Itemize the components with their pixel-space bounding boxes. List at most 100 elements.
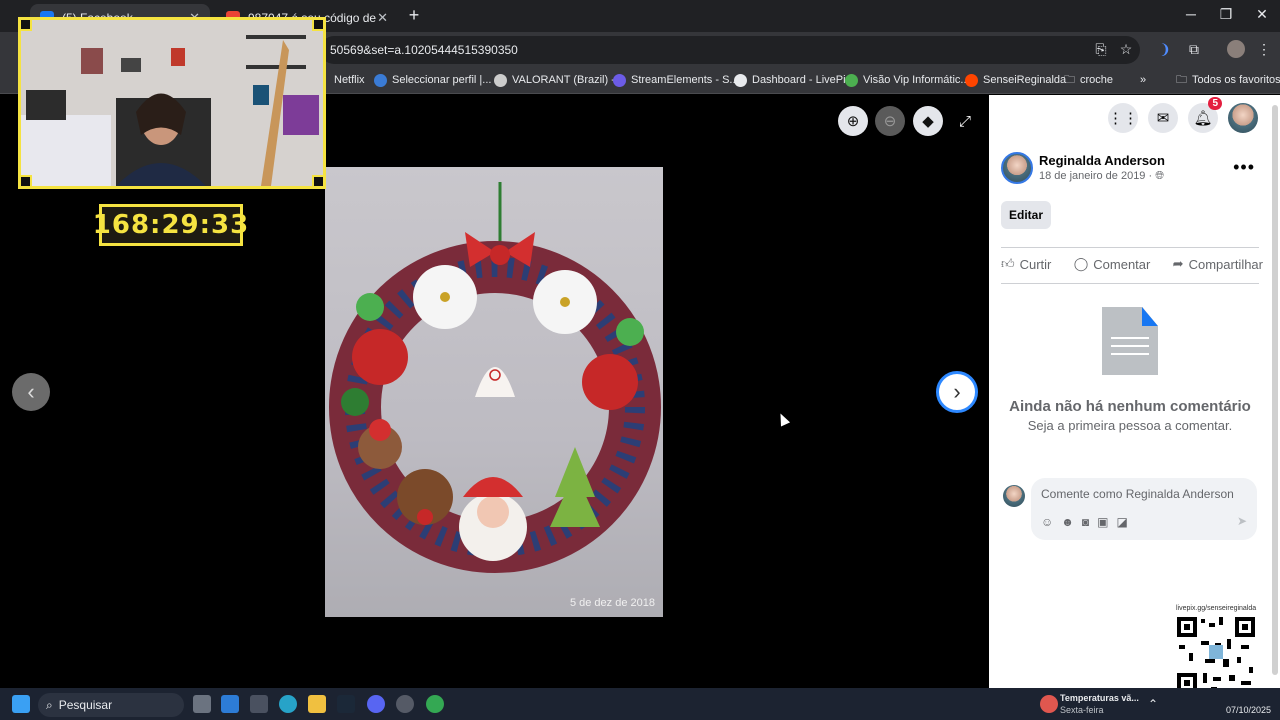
send-icon[interactable]: ➤	[1237, 514, 1247, 528]
screen: (5) Facebook ✕ 987047 é seu código de re…	[0, 0, 1280, 720]
close-window-icon[interactable]: ✕	[1250, 6, 1274, 23]
empty-comments-subtitle: Seja a primeira pessoa a comentar.	[1027, 418, 1233, 433]
store-icon[interactable]	[221, 695, 239, 713]
file-explorer-icon[interactable]	[308, 695, 326, 713]
address-bar[interactable]: 50569&set=a.10205444515390350	[320, 36, 1140, 64]
account-avatar[interactable]	[1228, 103, 1258, 133]
settings-icon[interactable]	[250, 695, 268, 713]
christmas-wreath-image	[329, 182, 661, 573]
tag-icon[interactable]: ◆	[913, 106, 943, 136]
notifications-bell-icon[interactable]: 🔔︎ 5	[1188, 97, 1222, 133]
empty-comments-title: Ainda não há nenhum comentário	[1009, 398, 1251, 415]
frame-corner	[21, 175, 32, 186]
folder-icon: 🗀	[1176, 73, 1187, 86]
weather-icon[interactable]	[1040, 695, 1058, 713]
previous-photo-button[interactable]: ‹	[12, 373, 50, 411]
post-photo[interactable]: 5 de dez de 2018	[325, 167, 663, 617]
address-text: 50569&set=a.10205444515390350	[330, 43, 518, 57]
qr-code-image	[1175, 615, 1257, 695]
bookmark-all-favorites[interactable]: 🗀 Todos os favoritos	[1176, 71, 1280, 89]
frame-corner	[21, 20, 32, 31]
comment-input[interactable]: Comente como Reginalda Anderson ☺ ☻ ◙ ▣ …	[1031, 478, 1257, 540]
menu-icon[interactable]: ⋮	[1255, 40, 1273, 58]
profile-avatar[interactable]	[1227, 40, 1245, 58]
bookmarks-overflow-icon[interactable]: »	[1140, 71, 1146, 89]
bookmark-icon	[374, 73, 387, 87]
share-button[interactable]: ➦ Compartilhar	[1173, 256, 1263, 272]
comment-toolbar: ☺ ☻ ◙ ▣ ◪	[1041, 515, 1128, 529]
fullscreen-icon[interactable]: ⤢	[950, 106, 980, 136]
comment-button[interactable]: ◯ Comentar	[1074, 256, 1151, 272]
mouse-cursor-icon	[775, 411, 791, 427]
obs-icon[interactable]	[396, 695, 414, 713]
commenter-avatar[interactable]	[1003, 485, 1025, 507]
windows-start-icon[interactable]	[12, 695, 30, 713]
search-icon: ⌕	[46, 697, 53, 712]
bookmark-icon	[613, 73, 626, 87]
bookmark-icon	[494, 73, 507, 87]
notification-badge: 5	[1208, 97, 1222, 110]
maximize-icon[interactable]: ❐	[1214, 6, 1238, 23]
steam-icon[interactable]	[337, 695, 355, 713]
weather-subtitle: Sexta-feira	[1060, 705, 1104, 715]
edge-icon[interactable]	[279, 695, 297, 713]
divider	[1001, 247, 1259, 248]
bookmark-streamelements[interactable]: StreamElements - S...	[613, 71, 739, 89]
post-side-panel: ⋮⋮ ✉ 🔔︎ 5 Reginalda Anderson 18 de janeir…	[989, 95, 1280, 695]
qr-code-label: livepix.gg/senseireginalda	[1176, 605, 1257, 612]
bookmark-valorant[interactable]: VALORANT (Brazil) -...	[494, 71, 624, 89]
facebook-top-icons: ⋮⋮ ✉ 🔔︎ 5	[1108, 97, 1258, 133]
new-tab-button[interactable]: +	[404, 5, 424, 25]
messenger-icon[interactable]: ✉	[1148, 103, 1178, 133]
minimize-icon[interactable]: ─	[1179, 6, 1203, 22]
author-name[interactable]: Reginalda Anderson	[1039, 153, 1165, 168]
photo-date: 5 de dez de 2018	[569, 597, 655, 609]
discord-icon[interactable]	[367, 695, 385, 713]
webcam-feed	[21, 20, 323, 186]
folder-icon: 🗀	[1064, 73, 1075, 86]
extension-wave-icon[interactable]: ❩	[1156, 40, 1174, 58]
bookmark-livepix[interactable]: Dashboard - LivePix	[734, 71, 851, 89]
bookmark-folder-croche[interactable]: 🗀 croche	[1064, 71, 1113, 89]
install-app-icon[interactable]: ⎘	[1092, 40, 1110, 58]
comment-bubble-icon: ◯	[1073, 256, 1089, 271]
globe-icon: 🌐︎	[1155, 170, 1165, 182]
post-date[interactable]: 18 de janeiro de 2019 · 🌐︎	[1039, 170, 1165, 183]
camera-icon[interactable]: ◙	[1082, 515, 1089, 529]
bookmark-star-icon[interactable]: ☆	[1117, 40, 1135, 58]
bookmark-senseireginalda[interactable]: SenseiReginalda	[965, 71, 1066, 89]
zoom-in-icon[interactable]: ⊕	[838, 106, 868, 136]
taskbar-search[interactable]: ⌕ Pesquisar	[38, 693, 184, 717]
zoom-out-icon[interactable]: ⊖	[875, 106, 905, 136]
next-photo-button[interactable]: ›	[936, 371, 978, 413]
share-arrow-icon: ➦	[1172, 256, 1184, 271]
thumbs-up-icon: 👍︎	[1001, 256, 1015, 271]
edit-button[interactable]: Editar	[1001, 201, 1051, 229]
gif-icon[interactable]: ▣	[1097, 515, 1108, 529]
document-icon	[1102, 307, 1158, 375]
more-options-icon[interactable]: •••	[1233, 157, 1255, 178]
divider	[1001, 283, 1259, 284]
bookmark-icon	[965, 73, 978, 87]
like-button[interactable]: 👍︎ Curtir	[1001, 256, 1051, 272]
frame-corner	[312, 20, 323, 31]
emoji-icon[interactable]: ☻	[1061, 515, 1074, 529]
windows-taskbar: ⌕ Pesquisar Temperaturas vã... Sexta-fei…	[0, 688, 1280, 720]
chrome-icon[interactable]	[426, 695, 444, 713]
panel-scrollbar[interactable]	[1272, 105, 1278, 675]
tray-chevron-icon[interactable]: ⌃	[1148, 697, 1158, 711]
webcam-overlay	[18, 17, 326, 189]
sticker-icon[interactable]: ◪	[1117, 515, 1128, 529]
task-view-icon[interactable]	[193, 695, 211, 713]
bookmark-seleccionar-perfil[interactable]: Seleccionar perfil |...	[374, 71, 491, 89]
menu-grid-icon[interactable]: ⋮⋮	[1108, 103, 1138, 133]
system-date[interactable]: 07/10/2025	[1226, 705, 1271, 715]
comment-placeholder: Comente como Reginalda Anderson	[1041, 487, 1234, 501]
author-avatar[interactable]	[1001, 152, 1033, 184]
weather-title[interactable]: Temperaturas vã...	[1060, 693, 1139, 703]
close-tab-icon[interactable]: ✕	[377, 10, 388, 26]
avatar-sticker-icon[interactable]: ☺	[1041, 515, 1053, 529]
bookmark-visao-vip[interactable]: Visão Vip Informátic...	[845, 71, 970, 89]
extensions-icon[interactable]: ⧉	[1185, 40, 1203, 58]
bookmark-netflix[interactable]: Netflix	[334, 71, 365, 89]
